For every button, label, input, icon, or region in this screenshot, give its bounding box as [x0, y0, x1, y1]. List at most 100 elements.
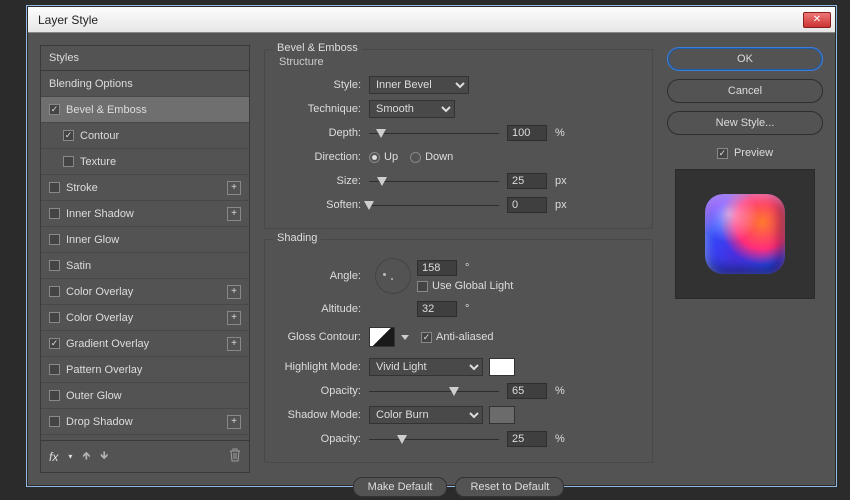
style-row-label: Gradient Overlay: [66, 338, 149, 350]
fx-icon[interactable]: fx: [49, 450, 58, 464]
style-checkbox[interactable]: [63, 156, 74, 167]
depth-slider[interactable]: [369, 126, 499, 140]
style-row-color-overlay[interactable]: Color Overlay+: [41, 305, 249, 331]
dialog-title: Layer Style: [32, 13, 803, 27]
shadow-opacity-slider[interactable]: [369, 432, 499, 446]
style-row-label: Drop Shadow: [66, 416, 133, 428]
style-row-label: Bevel & Emboss: [66, 104, 147, 116]
style-row-inner-shadow[interactable]: Inner Shadow +: [41, 201, 249, 227]
depth-input[interactable]: [507, 125, 547, 141]
move-down-icon[interactable]: 🡻: [100, 447, 108, 466]
style-row-texture[interactable]: Texture: [41, 149, 249, 175]
highlight-opacity-label: Opacity:: [277, 385, 369, 397]
style-row-inner-glow[interactable]: Inner Glow: [41, 227, 249, 253]
highlight-opacity-input[interactable]: [507, 383, 547, 399]
style-row-pattern-overlay[interactable]: Pattern Overlay: [41, 357, 249, 383]
reset-default-button[interactable]: Reset to Default: [455, 477, 564, 497]
direction-up-radio[interactable]: [369, 152, 380, 163]
highlight-opacity-slider[interactable]: [369, 384, 499, 398]
style-checkbox[interactable]: [63, 130, 74, 141]
style-row-drop-shadow[interactable]: Drop Shadow +: [41, 409, 249, 435]
add-effect-icon[interactable]: +: [227, 207, 241, 221]
style-row-gradient-overlay[interactable]: Gradient Overlay +: [41, 331, 249, 357]
global-light-checkbox[interactable]: [417, 281, 428, 292]
preview-thumbnail: [705, 194, 785, 274]
style-checkbox[interactable]: [49, 312, 60, 323]
size-unit: px: [555, 175, 575, 187]
highlight-mode-select[interactable]: Vivid Light: [369, 358, 483, 376]
preview-box: [675, 169, 815, 299]
move-up-icon[interactable]: 🡹: [82, 447, 90, 466]
style-checkbox[interactable]: [49, 234, 60, 245]
style-row-contour[interactable]: Contour: [41, 123, 249, 149]
shadow-opacity-label: Opacity:: [277, 433, 369, 445]
style-checkbox[interactable]: [49, 208, 60, 219]
style-checkbox[interactable]: [49, 182, 60, 193]
style-row-label: Inner Shadow: [66, 208, 134, 220]
style-select[interactable]: Inner Bevel: [369, 76, 469, 94]
style-checkbox[interactable]: [49, 286, 60, 297]
gloss-contour-picker[interactable]: [369, 327, 395, 347]
styles-header[interactable]: Styles: [41, 46, 249, 71]
fx-menu-caret-icon[interactable]: ▾: [68, 452, 72, 461]
style-row-label: Satin: [66, 260, 91, 272]
style-checkbox[interactable]: [49, 260, 60, 271]
shadow-opacity-unit: %: [555, 433, 575, 445]
direction-label: Direction:: [277, 151, 369, 163]
shadow-mode-label: Shadow Mode:: [277, 409, 369, 421]
style-row-label: Inner Glow: [66, 234, 119, 246]
soften-label: Soften:: [277, 199, 369, 211]
antialias-checkbox[interactable]: [421, 332, 432, 343]
preview-checkbox[interactable]: [717, 148, 728, 159]
style-checkbox[interactable]: [49, 364, 60, 375]
close-button[interactable]: ✕: [803, 12, 831, 28]
add-effect-icon[interactable]: +: [227, 285, 241, 299]
style-label: Style:: [277, 79, 369, 91]
highlight-color-swatch[interactable]: [489, 358, 515, 376]
depth-label: Depth:: [277, 127, 369, 139]
shadow-mode-select[interactable]: Color Burn: [369, 406, 483, 424]
angle-unit: °: [465, 262, 485, 274]
soften-input[interactable]: [507, 197, 547, 213]
style-row-bevel-emboss[interactable]: Bevel & Emboss: [41, 97, 249, 123]
size-label: Size:: [277, 175, 369, 187]
style-row-outer-glow[interactable]: Outer Glow: [41, 383, 249, 409]
style-row-label: Blending Options: [49, 78, 133, 90]
add-effect-icon[interactable]: +: [227, 415, 241, 429]
add-effect-icon[interactable]: +: [227, 337, 241, 351]
direction-down-label: Down: [425, 151, 453, 163]
technique-select[interactable]: Smooth: [369, 100, 455, 118]
style-row-satin[interactable]: Satin: [41, 253, 249, 279]
direction-down-radio[interactable]: [410, 152, 421, 163]
trash-icon[interactable]: [229, 448, 241, 465]
shadow-color-swatch[interactable]: [489, 406, 515, 424]
size-slider[interactable]: [369, 174, 499, 188]
ok-button[interactable]: OK: [667, 47, 823, 71]
angle-dial[interactable]: [375, 258, 411, 294]
style-row-blending-options[interactable]: Blending Options: [41, 71, 249, 97]
add-effect-icon[interactable]: +: [227, 311, 241, 325]
altitude-unit: °: [465, 303, 485, 315]
cancel-button[interactable]: Cancel: [667, 79, 823, 103]
style-row-color-overlay[interactable]: Color Overlay+: [41, 279, 249, 305]
altitude-input[interactable]: [417, 301, 457, 317]
angle-input[interactable]: [417, 260, 457, 276]
structure-subtitle: Structure: [279, 56, 324, 68]
chevron-down-icon[interactable]: [401, 335, 409, 340]
style-checkbox[interactable]: [49, 416, 60, 427]
style-row-stroke[interactable]: Stroke+: [41, 175, 249, 201]
style-checkbox[interactable]: [49, 104, 60, 115]
structure-title: Bevel & Emboss: [273, 42, 362, 54]
soften-slider[interactable]: [369, 198, 499, 212]
global-light-label: Use Global Light: [432, 280, 513, 292]
new-style-button[interactable]: New Style...: [667, 111, 823, 135]
style-checkbox[interactable]: [49, 390, 60, 401]
style-row-label: Outer Glow: [66, 390, 122, 402]
style-checkbox[interactable]: [49, 338, 60, 349]
size-input[interactable]: [507, 173, 547, 189]
add-effect-icon[interactable]: +: [227, 181, 241, 195]
titlebar[interactable]: Layer Style ✕: [28, 7, 835, 33]
shadow-opacity-input[interactable]: [507, 431, 547, 447]
direction-up-label: Up: [384, 151, 398, 163]
make-default-button[interactable]: Make Default: [353, 477, 448, 497]
